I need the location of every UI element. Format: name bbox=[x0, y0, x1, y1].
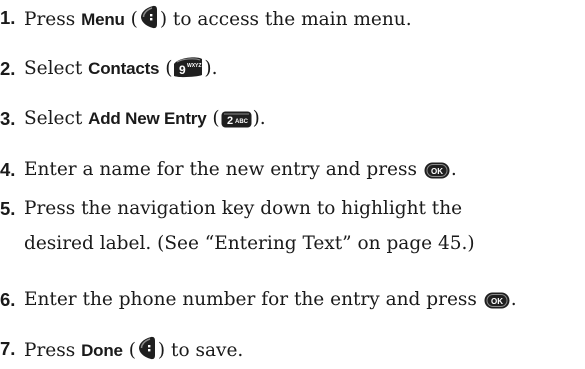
step-number: 2. bbox=[0, 58, 16, 79]
step-text: Select Contacts (9 WXYZ). bbox=[24, 56, 218, 79]
step-number: 1. bbox=[0, 7, 16, 28]
done-keyword: Done bbox=[81, 341, 123, 360]
instructions-page: 1. Press Menu () to access the main menu… bbox=[0, 0, 585, 369]
step-text: Enter a name for the new entry and press… bbox=[24, 159, 457, 180]
svg-text:9: 9 bbox=[179, 63, 186, 77]
step-text: Press Menu () to access the main menu. bbox=[24, 5, 412, 33]
svg-text:OK: OK bbox=[491, 297, 503, 306]
step-text-line-2: desired label. (See “Entering Text” on p… bbox=[24, 233, 475, 254]
step-number: 6. bbox=[0, 289, 16, 310]
menu-keyword: Menu bbox=[81, 10, 125, 29]
2-abc-key-icon: 2 ABC bbox=[221, 111, 252, 128]
left-softkey-icon bbox=[137, 336, 157, 360]
add-new-entry-keyword: Add New Entry bbox=[88, 109, 207, 128]
left-softkey-icon bbox=[139, 5, 159, 29]
ok-key-icon: OK bbox=[484, 292, 510, 309]
contacts-keyword: Contacts bbox=[88, 59, 160, 78]
ok-key-icon: OK bbox=[424, 162, 450, 179]
step-number: 5. bbox=[0, 198, 16, 219]
9-wxyz-key-icon: 9 WXYZ bbox=[173, 56, 203, 78]
svg-text:ABC: ABC bbox=[235, 119, 249, 125]
step-number: 3. bbox=[0, 108, 16, 129]
step-text: Select Add New Entry (2 ABC). bbox=[24, 108, 266, 129]
svg-text:WXYZ: WXYZ bbox=[187, 63, 201, 69]
step-number: 4. bbox=[0, 159, 16, 180]
svg-text:2: 2 bbox=[227, 115, 233, 127]
step-number: 7. bbox=[0, 338, 16, 359]
svg-text:OK: OK bbox=[431, 167, 443, 176]
step-text: Press Done () to save. bbox=[24, 336, 243, 364]
step-text: Enter the phone number for the entry and… bbox=[24, 289, 517, 310]
step-text: Press the navigation key down to highlig… bbox=[24, 196, 475, 257]
step-text-line-1: Press the navigation key down to highlig… bbox=[24, 198, 463, 219]
